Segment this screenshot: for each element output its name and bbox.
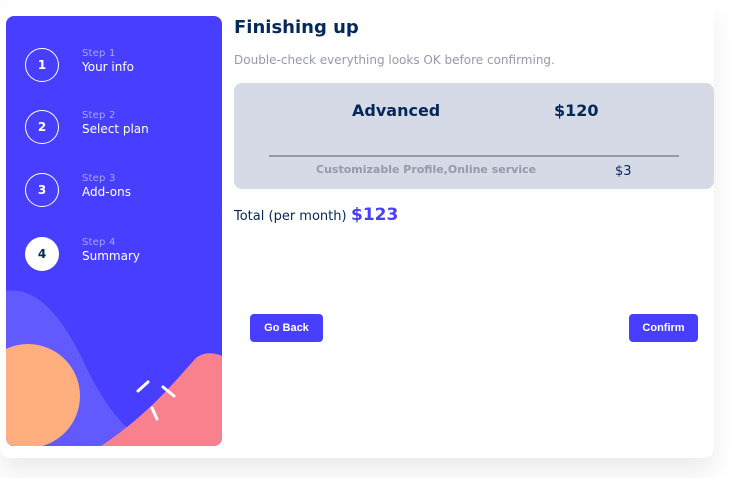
step-number-badge: 1: [25, 48, 59, 82]
step-label: Step 1: [82, 48, 116, 59]
step-title: Select plan: [82, 122, 149, 136]
step-1[interactable]: 1 Step 1 Your info: [25, 48, 215, 84]
step-title: Add-ons: [82, 185, 131, 199]
summary-box: Advanced $120 Customizable Profile,Onlin…: [234, 83, 714, 189]
addon-name: Customizable Profile,Online service: [316, 163, 537, 176]
plan-price: $120: [554, 101, 599, 120]
page-subtitle: Double-check everything looks OK before …: [234, 53, 555, 67]
total-value: $123: [351, 205, 399, 225]
plan-name: Advanced: [352, 101, 441, 120]
confirm-button[interactable]: Confirm: [629, 314, 698, 342]
divider: [269, 155, 679, 157]
page-title: Finishing up: [234, 17, 359, 38]
go-back-button[interactable]: Go Back: [250, 314, 323, 342]
step-4[interactable]: 4 Step 4 Summary: [25, 237, 215, 273]
step-title: Your info: [82, 60, 134, 74]
step-label: Step 4: [82, 237, 116, 248]
total-label: Total (per month): [234, 209, 347, 224]
step-number-badge: 3: [25, 173, 59, 207]
step-label: Step 3: [82, 173, 116, 184]
step-title: Summary: [82, 249, 140, 263]
step-label: Step 2: [82, 110, 116, 121]
step-number-badge: 4: [25, 237, 59, 271]
step-number-badge: 2: [25, 110, 59, 144]
addon-price: $3: [615, 164, 632, 179]
step-2[interactable]: 2 Step 2 Select plan: [25, 110, 215, 146]
sidebar: 1 Step 1 Your info 2 Step 2 Select plan …: [6, 16, 222, 446]
step-3[interactable]: 3 Step 3 Add-ons: [25, 173, 215, 209]
